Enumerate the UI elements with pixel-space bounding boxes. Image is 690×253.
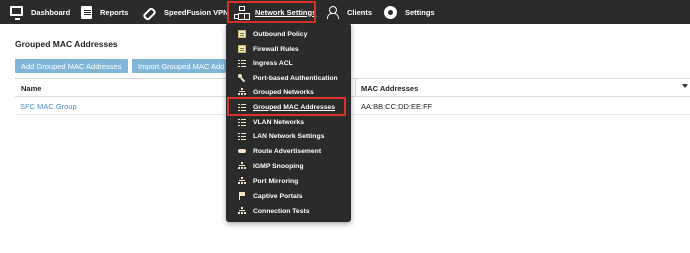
menu-item-connection-tests[interactable]: Connection Tests	[226, 204, 351, 218]
monitor-icon	[10, 6, 23, 20]
table-header: Name MAC Addresses	[15, 78, 690, 97]
menu-item-label: Outbound Policy	[253, 30, 308, 38]
menu-item-label: Route Advertisement	[253, 147, 322, 155]
menu-item-outbound-policy[interactable]: Outbound Policy	[226, 27, 351, 41]
network-tree-icon	[238, 88, 246, 96]
menu-item-label: Port-based Authentication	[253, 74, 338, 82]
nav-reports-label: Reports	[100, 7, 129, 17]
menu-item-label: Grouped Networks	[253, 88, 314, 96]
menu-item-label: IGMP Snooping	[253, 162, 304, 170]
menu-item-route-advertisement[interactable]: Route Advertisement	[226, 144, 351, 158]
menu-item-port-based-authentication[interactable]: Port-based Authentication	[226, 71, 351, 85]
nav-settings-label: Settings	[405, 7, 435, 17]
menu-item-label: Ingress ACL	[253, 59, 293, 67]
menu-item-captive-portals[interactable]: Captive Portals	[226, 189, 351, 203]
menu-item-lan-network-settings[interactable]: LAN Network Settings	[226, 129, 351, 143]
add-grouped-mac-button[interactable]: Add Grouped MAC Addresses	[15, 59, 128, 73]
menu-item-label: VLAN Networks	[253, 118, 304, 126]
menu-item-firewall-rules[interactable]: Firewall Rules	[226, 42, 351, 56]
document-icon	[238, 30, 246, 38]
menu-item-label: Firewall Rules	[253, 45, 299, 53]
gear-icon	[384, 5, 397, 19]
nav-speedfusion-label: SpeedFusion VPN	[164, 7, 229, 17]
antenna-icon	[238, 147, 246, 155]
key-icon	[238, 74, 246, 82]
list-icon	[238, 132, 246, 140]
nav-speedfusion-vpn[interactable]: SpeedFusion VPN	[143, 0, 229, 24]
top-navigation-bar: Dashboard Reports SpeedFusion VPN Networ…	[0, 0, 690, 24]
nav-clients[interactable]: Clients	[326, 0, 372, 24]
document-icon	[238, 45, 246, 53]
list-icon	[238, 59, 246, 67]
nav-reports[interactable]: Reports	[81, 0, 128, 24]
network-tree-icon	[238, 207, 246, 215]
row-name-link[interactable]: SFC MAC Group	[20, 102, 77, 111]
table-row[interactable]: SFC MAC Group AA:BB:CC:DD:EE:FF	[15, 98, 690, 115]
menu-item-vlan-networks[interactable]: VLAN Networks	[226, 115, 351, 129]
nav-dashboard[interactable]: Dashboard	[10, 0, 70, 24]
network-settings-dropdown: Outbound Policy Firewall Rules Ingress A…	[226, 23, 351, 222]
link-icon	[143, 6, 156, 19]
menu-item-port-mirroring[interactable]: Port Mirroring	[226, 174, 351, 188]
column-header-name[interactable]: Name	[21, 84, 41, 93]
document-icon	[81, 5, 92, 19]
menu-highlight-box	[227, 97, 346, 116]
sort-arrow-icon[interactable]	[682, 84, 688, 88]
nav-dashboard-label: Dashboard	[31, 7, 71, 17]
network-tree-icon	[238, 177, 246, 185]
nav-highlight-box	[227, 1, 316, 23]
nav-clients-label: Clients	[347, 7, 373, 17]
menu-item-label: LAN Network Settings	[253, 132, 325, 140]
menu-item-label: Captive Portals	[253, 192, 303, 200]
flag-icon	[238, 192, 246, 200]
column-divider	[355, 78, 356, 97]
page-title: Grouped MAC Addresses	[15, 39, 118, 49]
menu-item-igmp-snooping[interactable]: IGMP Snooping	[226, 159, 351, 173]
user-icon	[326, 5, 339, 19]
network-tree-icon	[238, 162, 246, 170]
list-icon	[238, 118, 246, 126]
menu-item-label: Connection Tests	[253, 207, 310, 215]
import-grouped-mac-button[interactable]: Import Grouped MAC Add	[132, 59, 226, 73]
menu-item-ingress-acl[interactable]: Ingress ACL	[226, 56, 351, 70]
menu-item-label: Port Mirroring	[253, 177, 299, 185]
nav-settings[interactable]: Settings	[384, 0, 435, 24]
column-header-mac-addresses[interactable]: MAC Addresses	[361, 84, 418, 93]
row-mac-value: AA:BB:CC:DD:EE:FF	[361, 102, 433, 111]
